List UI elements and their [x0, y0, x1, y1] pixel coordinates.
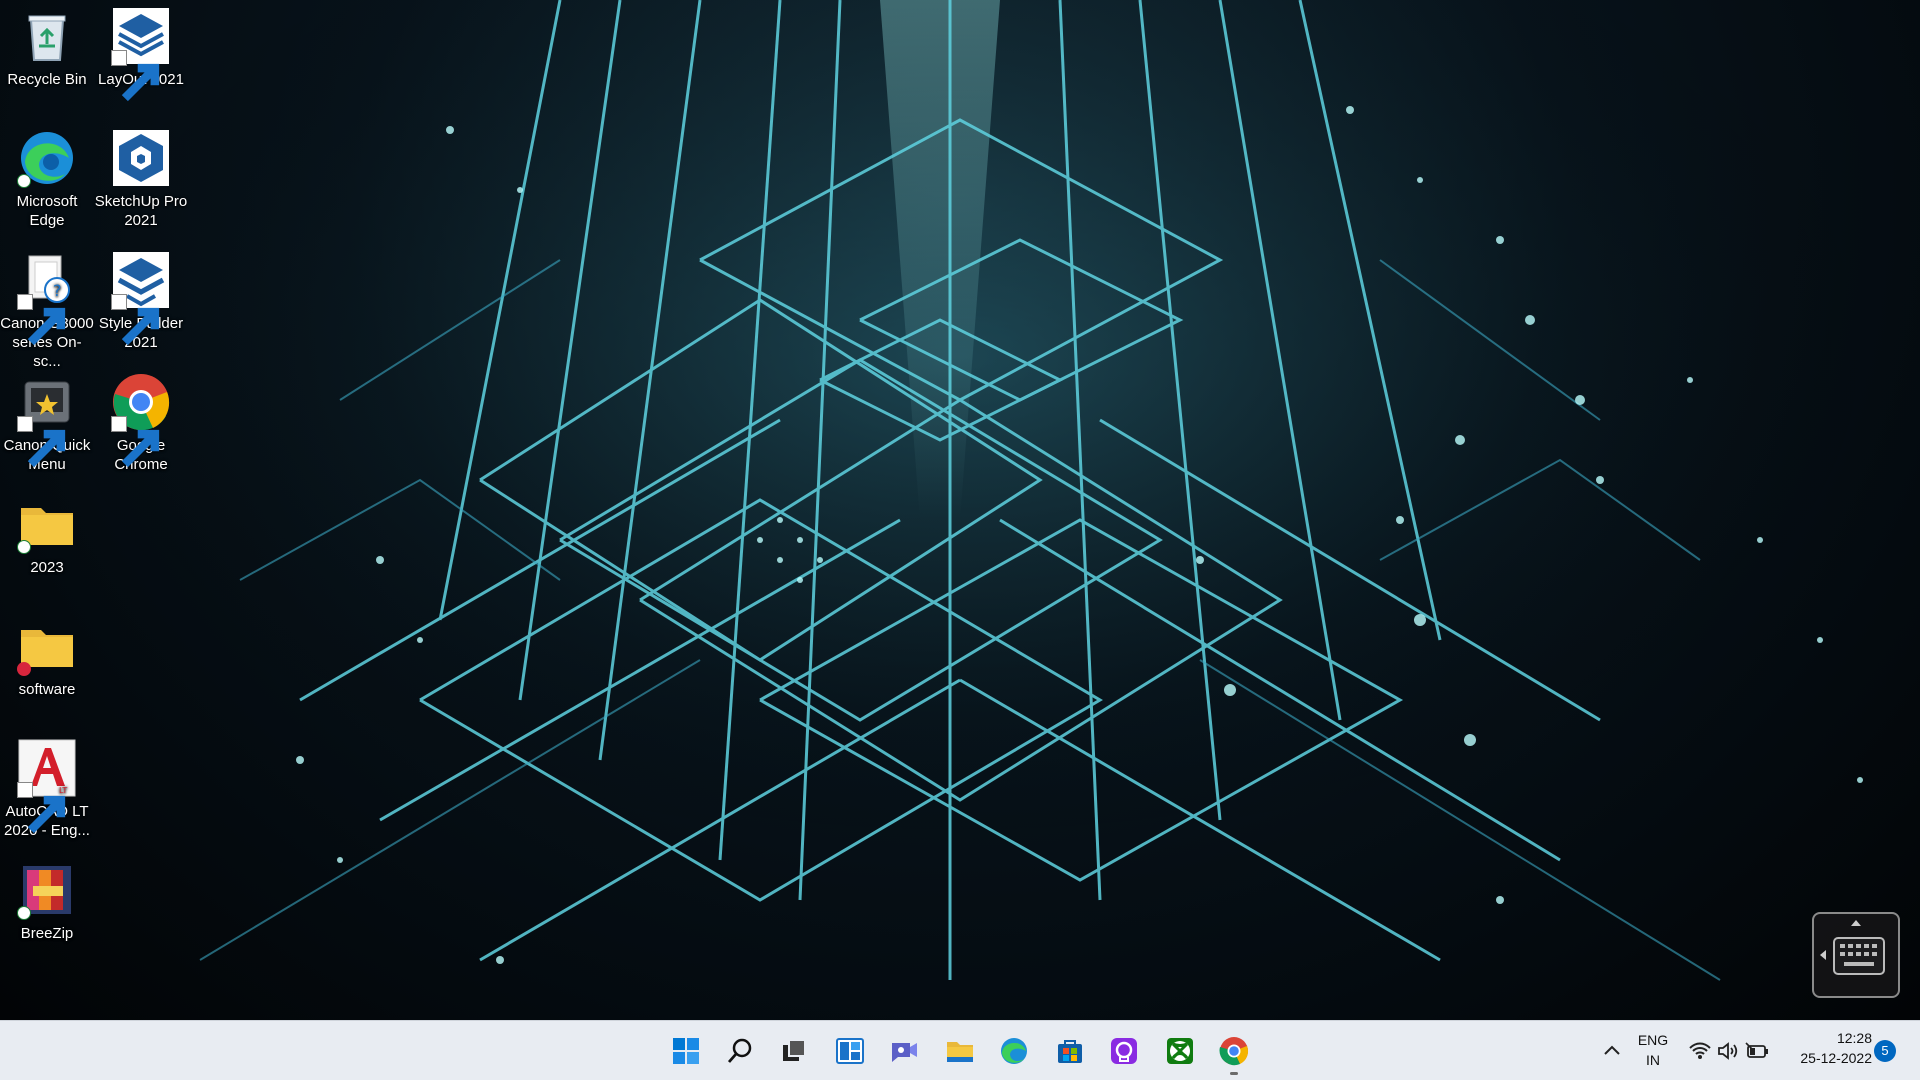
- desktop-icon-canon-quick-menu[interactable]: Canon Quick Menu: [0, 366, 94, 474]
- battery-icon[interactable]: [1744, 1039, 1770, 1063]
- desktop-icon-label: SketchUp Pro 2021: [94, 193, 188, 229]
- xbox-icon: [1167, 1038, 1193, 1064]
- clock-time: 12:28: [1836, 1030, 1872, 1046]
- notification-badge[interactable]: 5: [1874, 1040, 1896, 1062]
- desktop-icon-label: software: [18, 681, 76, 698]
- desktop-icon-folder-2023[interactable]: 2023: [0, 488, 94, 577]
- region-code: IN: [1646, 1052, 1660, 1068]
- sync-status-icon: [17, 540, 31, 554]
- taskbar-store-button[interactable]: [1050, 1031, 1090, 1071]
- clock-date: 25-12-2022: [1800, 1050, 1872, 1066]
- task-view-icon: [783, 1039, 806, 1061]
- touch-keyboard-overlay[interactable]: [1812, 912, 1900, 998]
- desktop-icon-label: BreeZip: [20, 925, 74, 942]
- desktop-icon-microsoft-edge[interactable]: Microsoft Edge: [0, 122, 94, 230]
- layout-icon: [111, 6, 171, 102]
- desktop-icon-label: Microsoft Edge: [16, 193, 78, 229]
- breezip-icon: [17, 860, 77, 920]
- desktop[interactable]: Recycle Bin Microsoft Edge ? Canon G3000…: [0, 0, 1920, 1020]
- widgets-icon: [836, 1038, 864, 1064]
- file-explorer-icon: [947, 1042, 973, 1062]
- taskbar-file-explorer-button[interactable]: [940, 1031, 980, 1071]
- purple-app-icon: [1111, 1038, 1137, 1064]
- desktop-icon-layout[interactable]: LayOut 2021: [94, 0, 188, 102]
- chrome-icon: [1219, 1037, 1249, 1066]
- recycle-bin-icon: [17, 6, 77, 66]
- taskbar-widgets-button[interactable]: [830, 1031, 870, 1071]
- search-icon: [727, 1038, 752, 1063]
- language-code: ENG: [1637, 1032, 1669, 1048]
- shortcut-arrow-icon: [17, 416, 66, 468]
- windows-start-icon: [673, 1038, 699, 1064]
- taskbar-start-button[interactable]: [666, 1031, 706, 1071]
- taskbar-purple-app-button[interactable]: [1104, 1031, 1144, 1071]
- canon-quick-menu-icon: [17, 372, 77, 468]
- shortcut-arrow-icon: [111, 416, 160, 468]
- desktop-icon-label: 2023: [30, 559, 64, 576]
- sync-status-icon: [17, 906, 31, 920]
- edge-icon: [1001, 1038, 1027, 1064]
- desktop-icon-style-builder[interactable]: Style Builder 2021: [94, 244, 188, 352]
- desktop-icon-breezip[interactable]: BreeZip: [0, 854, 94, 943]
- chrome-icon: [111, 372, 171, 468]
- taskbar: ENG IN 12:28 25-12-2022 5: [0, 1020, 1920, 1080]
- desktop-icon-autocad[interactable]: LT AutoCAD LT 2020 - Eng...: [0, 732, 94, 840]
- shortcut-arrow-icon: [17, 782, 66, 834]
- language-indicator[interactable]: ENG IN: [1632, 1031, 1674, 1071]
- shortcut-arrow-icon: [111, 50, 160, 102]
- desktop-icon-recycle-bin[interactable]: Recycle Bin: [0, 0, 94, 89]
- store-icon: [1058, 1040, 1082, 1063]
- desktop-icon-folder-software[interactable]: software: [0, 610, 94, 699]
- edge-icon: [17, 128, 77, 188]
- keyboard-icon: [1820, 920, 1885, 975]
- desktop-icon-google-chrome[interactable]: Google Chrome: [94, 366, 188, 474]
- taskbar-edge-button[interactable]: [994, 1031, 1034, 1071]
- volume-icon[interactable]: [1716, 1039, 1740, 1063]
- autocad-icon: LT: [17, 738, 77, 834]
- wallpaper-circuit-image: [0, 0, 1920, 1020]
- running-indicator: [1230, 1072, 1238, 1075]
- desktop-icon-label: Recycle Bin: [7, 71, 87, 88]
- sync-status-icon: [17, 174, 31, 188]
- chat-icon: [892, 1043, 917, 1062]
- taskbar-task-view-button[interactable]: [774, 1031, 814, 1071]
- sync-error-icon: [17, 662, 31, 676]
- shortcut-arrow-icon: [17, 294, 66, 346]
- folder-icon: [17, 494, 77, 554]
- shortcut-arrow-icon: [111, 294, 160, 346]
- desktop-icon-canon-manual[interactable]: ? Canon G3000 series On-sc...: [0, 244, 94, 371]
- taskbar-chrome-button[interactable]: [1214, 1031, 1254, 1075]
- canon-manual-icon: ?: [17, 250, 77, 346]
- sketchup-icon: [111, 128, 171, 188]
- wifi-icon[interactable]: [1688, 1039, 1712, 1063]
- desktop-icon-sketchup[interactable]: SketchUp Pro 2021: [94, 122, 188, 230]
- folder-icon: [17, 616, 77, 676]
- taskbar-search-button[interactable]: [720, 1031, 760, 1071]
- style-builder-icon: [111, 250, 171, 346]
- tray-overflow-chevron-icon[interactable]: [1600, 1039, 1624, 1063]
- taskbar-chat-button[interactable]: [884, 1031, 924, 1071]
- clock[interactable]: 12:28 25-12-2022: [1778, 1029, 1872, 1073]
- taskbar-xbox-button[interactable]: [1160, 1031, 1200, 1071]
